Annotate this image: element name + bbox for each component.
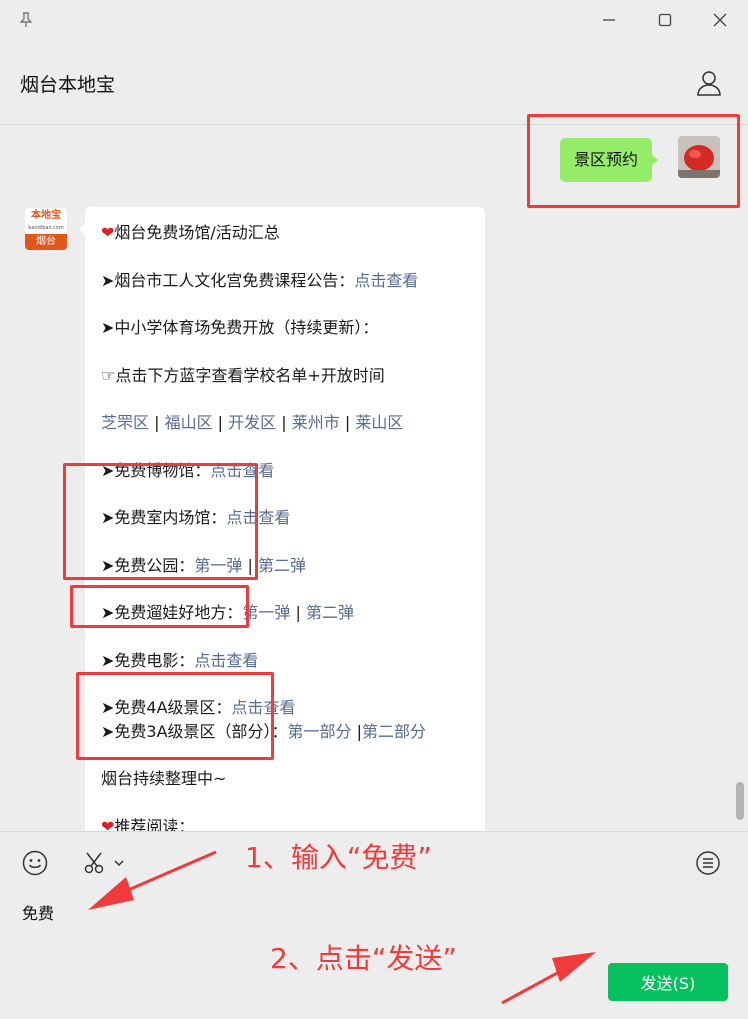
user-icon[interactable] bbox=[696, 70, 722, 96]
annotation-step2: 2、点击“发送” bbox=[270, 942, 457, 975]
line-text: 推荐阅读： bbox=[114, 817, 195, 831]
chat-header: 烟台本地宝 bbox=[0, 40, 748, 125]
line-text: ➤免费4A级景区： bbox=[101, 698, 232, 717]
my-avatar[interactable] bbox=[678, 136, 720, 178]
incoming-message[interactable]: ❤烟台免费场馆/活动汇总 ➤烟台市工人文化宫免费课程公告：点击查看 ➤中小学体育… bbox=[79, 207, 485, 831]
send-button[interactable]: 发送(S) bbox=[608, 963, 728, 1001]
line-text: ➤免费遛娃好地方： bbox=[101, 603, 243, 622]
chevron-down-icon[interactable] bbox=[111, 849, 127, 877]
message-title: 烟台免费场馆/活动汇总 bbox=[114, 223, 280, 242]
scrollbar-thumb[interactable] bbox=[736, 782, 744, 820]
chat-title: 烟台本地宝 bbox=[20, 74, 116, 96]
chat-area[interactable]: 景区预约 本地宝 bendibao.com 烟台 ❤烟台免费场馆/活动汇总 ➤烟… bbox=[0, 125, 748, 831]
link[interactable]: 第二部分 bbox=[362, 722, 426, 741]
line-text: ➤免费博物馆： bbox=[101, 461, 211, 480]
line-text: ➤中小学体育场免费开放（持续更新）： bbox=[101, 318, 379, 337]
chat-history-icon[interactable] bbox=[694, 849, 722, 877]
avatar-city-text: 烟台 bbox=[25, 234, 67, 250]
link[interactable]: 点击查看 bbox=[226, 508, 290, 527]
link[interactable]: 第二弹 bbox=[258, 556, 306, 575]
line-text: ➤免费电影： bbox=[101, 651, 195, 670]
link[interactable]: 点击查看 bbox=[354, 271, 418, 290]
line-text: ➤烟台市工人文化宫免费课程公告： bbox=[101, 271, 355, 290]
district-links: 芝罘区 | 福山区 | 开发区 | 莱州市 | 莱山区 bbox=[101, 413, 404, 432]
outgoing-message[interactable]: 景区预约 bbox=[560, 138, 659, 182]
link[interactable]: 第二弹 bbox=[306, 603, 354, 622]
pin-icon[interactable] bbox=[12, 6, 40, 34]
maximize-icon[interactable] bbox=[651, 6, 679, 34]
title-bar bbox=[0, 0, 748, 40]
bot-avatar[interactable]: 本地宝 bendibao.com 烟台 bbox=[25, 208, 67, 250]
district-link[interactable]: 莱山区 bbox=[355, 413, 403, 432]
annotation-step1: 1、输入“免费” bbox=[245, 841, 432, 874]
link[interactable]: 点击查看 bbox=[232, 698, 296, 717]
district-link[interactable]: 芝罘区 bbox=[101, 413, 149, 432]
line-text: ➤免费3A级景区（部分）： bbox=[101, 722, 288, 741]
line-text: ➤免费室内场馆： bbox=[101, 508, 227, 527]
line-text: ➤免费公园： bbox=[101, 556, 195, 575]
link[interactable]: 第一弹 bbox=[242, 603, 290, 622]
link[interactable]: 第一部分 bbox=[288, 722, 352, 741]
district-link[interactable]: 福山区 bbox=[165, 413, 213, 432]
link[interactable]: 第一弹 bbox=[194, 556, 242, 575]
emoji-icon[interactable] bbox=[21, 849, 49, 877]
heart-icon: ❤ bbox=[101, 817, 115, 831]
message-input[interactable]: 免费 bbox=[22, 900, 54, 924]
close-icon[interactable] bbox=[706, 6, 734, 34]
line-text: ☞点击下方蓝字查看学校名单+开放时间 bbox=[101, 366, 385, 385]
scissors-icon[interactable] bbox=[82, 849, 110, 877]
district-link[interactable]: 莱州市 bbox=[292, 413, 340, 432]
avatar-site-text: bendibao.com bbox=[28, 225, 64, 231]
link[interactable]: 点击查看 bbox=[194, 651, 258, 670]
minimize-icon[interactable] bbox=[595, 6, 623, 34]
district-link[interactable]: 开发区 bbox=[228, 413, 276, 432]
line-text: 烟台持续整理中~ bbox=[101, 769, 227, 788]
heart-icon: ❤ bbox=[101, 223, 115, 242]
link[interactable]: 点击查看 bbox=[210, 461, 274, 480]
avatar-brand-text: 本地宝 bbox=[31, 210, 61, 221]
